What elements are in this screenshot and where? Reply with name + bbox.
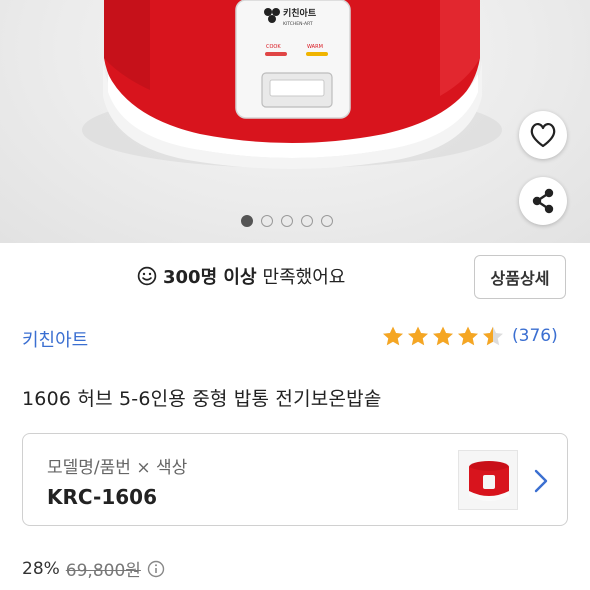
- carousel-dot[interactable]: [301, 215, 313, 227]
- star-icon: [433, 326, 453, 346]
- rice-cooker-image: 키친아트 KITCHEN-ART COOK WARM: [82, 0, 502, 169]
- cooker-brand-sub-text: KITCHEN-ART: [283, 21, 313, 27]
- like-button[interactable]: [519, 111, 567, 159]
- product-title: 1606 허브 5-6인용 중형 밥통 전기보온밥솥: [22, 388, 382, 410]
- product-image-carousel[interactable]: 키친아트 KITCHEN-ART COOK WARM: [0, 0, 590, 243]
- review-count[interactable]: (376): [512, 326, 558, 346]
- warm-label: WARM: [307, 44, 323, 50]
- carousel-indicator: [241, 215, 333, 227]
- star-icon: [483, 326, 503, 346]
- rating-stars: [381, 325, 505, 347]
- star-icon: [408, 326, 428, 346]
- carousel-dot[interactable]: [241, 215, 253, 227]
- discount-rate: 28%: [22, 558, 60, 579]
- carousel-dot[interactable]: [261, 215, 273, 227]
- rice-cooker-thumbnail: [459, 451, 517, 509]
- satisfaction-count: 300명 이상: [163, 267, 257, 288]
- option-thumbnail: [458, 450, 518, 510]
- carousel-dot[interactable]: [321, 215, 333, 227]
- product-detail-button[interactable]: 상품상세: [474, 255, 566, 299]
- star-icon: [383, 326, 403, 346]
- carousel-dot[interactable]: [281, 215, 293, 227]
- option-label: 모델명/품번 × 색상: [47, 458, 188, 478]
- cook-label: COOK: [266, 44, 281, 50]
- satisfaction-bar: 300명 이상 만족했어요 상품상세: [0, 243, 590, 311]
- option-selector[interactable]: 모델명/품번 × 색상 KRC-1606: [22, 433, 568, 526]
- price-row: 28% 69,800원: [22, 556, 165, 581]
- chevron-right-icon[interactable]: [533, 468, 549, 494]
- info-icon[interactable]: [147, 560, 165, 578]
- rating[interactable]: (376): [381, 325, 558, 347]
- share-icon: [532, 188, 554, 214]
- satisfaction-summary: 300명 이상 만족했어요: [137, 263, 345, 289]
- share-button[interactable]: [519, 177, 567, 225]
- heart-outline-icon: [530, 123, 556, 148]
- option-value: KRC-1606: [47, 485, 157, 509]
- smile-icon: [137, 266, 157, 286]
- brand-link[interactable]: 키친아트: [22, 326, 88, 352]
- star-icon: [458, 326, 478, 346]
- original-price: 69,800원: [65, 561, 141, 581]
- satisfaction-suffix: 만족했어요: [262, 267, 346, 288]
- cooker-brand-text: 키친아트: [283, 7, 317, 19]
